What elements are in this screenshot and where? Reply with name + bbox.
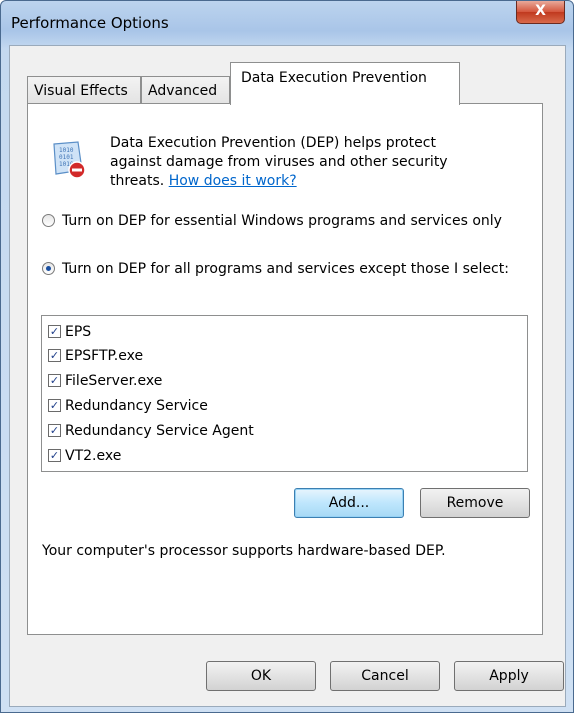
checkbox-icon[interactable]: ✓	[48, 349, 61, 362]
performance-options-window: Performance Options X Visual Effects Adv…	[0, 0, 574, 713]
radio-all-except-label[interactable]: Turn on DEP for all programs and service…	[62, 260, 532, 279]
checkbox-icon[interactable]: ✓	[48, 325, 61, 338]
how-does-it-work-link[interactable]: How does it work?	[169, 173, 297, 189]
checkbox-icon[interactable]: ✓	[48, 424, 61, 437]
list-item-label[interactable]: VT2.exe	[65, 444, 121, 468]
dep-tab-panel: 1010 0101 1010 Data Execution Prevention…	[27, 103, 543, 635]
ok-button[interactable]: OK	[206, 661, 316, 691]
list-item-label[interactable]: EPS	[65, 320, 91, 344]
tab-data-execution-prevention[interactable]: Data Execution Prevention	[230, 62, 460, 105]
cancel-button[interactable]: Cancel	[330, 661, 440, 691]
radio-essential-only-label[interactable]: Turn on DEP for essential Windows progra…	[62, 212, 532, 231]
svg-text:0101: 0101	[59, 154, 74, 161]
tab-advanced[interactable]: Advanced	[141, 76, 230, 104]
dep-description: Data Execution Prevention (DEP) helps pr…	[110, 134, 490, 191]
list-item-label[interactable]: Redundancy Service Agent	[65, 419, 254, 443]
title-bar[interactable]: Performance Options X	[1, 1, 573, 45]
radio-all-except-button[interactable]	[42, 262, 55, 275]
checkbox-icon[interactable]: ✓	[48, 449, 61, 462]
close-button[interactable]: X	[516, 1, 565, 24]
tab-visual-effects[interactable]: Visual Effects	[27, 76, 141, 104]
close-icon: X	[535, 3, 546, 19]
checkbox-icon[interactable]: ✓	[48, 374, 61, 387]
svg-text:1010: 1010	[59, 147, 74, 154]
remove-button[interactable]: Remove	[420, 488, 530, 518]
list-item-label[interactable]: Redundancy Service	[65, 394, 208, 418]
checkbox-icon[interactable]: ✓	[48, 399, 61, 412]
exception-list[interactable]: ✓ EPS ✓ EPSFTP.exe ✓ FileServer.exe ✓ Re…	[41, 315, 528, 472]
dep-shield-icon: 1010 0101 1010	[53, 141, 86, 179]
list-item-label[interactable]: EPSFTP.exe	[65, 344, 143, 368]
list-item-label[interactable]: FileServer.exe	[65, 369, 162, 393]
window-title: Performance Options	[11, 14, 169, 32]
radio-essential-only-button[interactable]	[42, 214, 55, 227]
dep-support-status: Your computer's processor supports hardw…	[42, 543, 446, 559]
apply-button[interactable]: Apply	[454, 661, 564, 691]
add-button[interactable]: Add...	[294, 488, 404, 518]
